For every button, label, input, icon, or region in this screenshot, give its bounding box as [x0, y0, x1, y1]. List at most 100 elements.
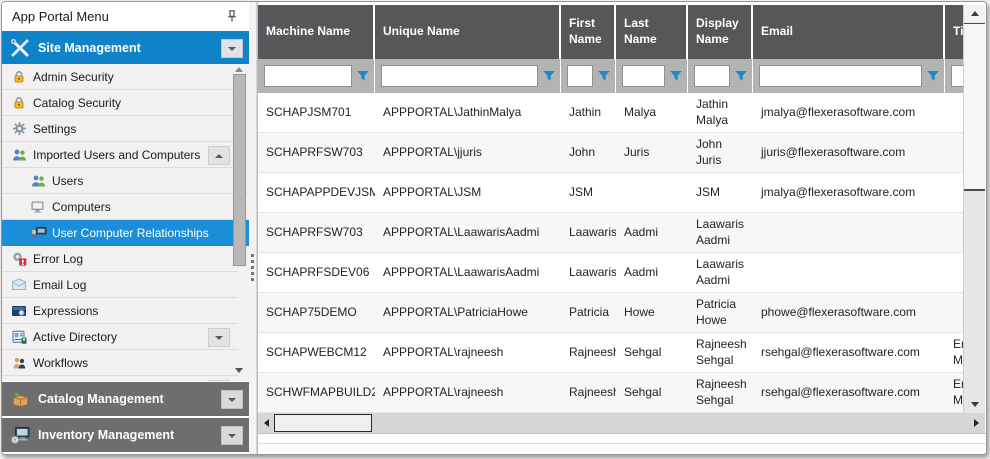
machine-name-filter-input[interactable] — [264, 65, 352, 87]
sidebar-item-workflows[interactable]: Workflows — [2, 350, 238, 376]
active-directory-icon — [10, 329, 28, 345]
cell-first-name: Patricia — [561, 293, 616, 332]
table-row[interactable]: SCHAPAPPDEVJSMAPPPORTAL\JSMJSMJSMjmalya@… — [258, 173, 965, 213]
table-row[interactable]: SCHAP75DEMOAPPPORTAL\PatriciaHowePatrici… — [258, 293, 965, 333]
group-label-inventory-management: Inventory Management — [38, 428, 174, 442]
active-directory-expand-button[interactable] — [208, 328, 230, 347]
cell-unique-name: APPPORTAL\rajneesh — [375, 333, 561, 372]
cell-unique-name: APPPORTAL\rajneesh — [375, 373, 561, 412]
last-name-filter-input[interactable] — [622, 65, 665, 87]
cell-unique-name: APPPORTAL\PatriciaHowe — [375, 293, 561, 332]
group-header-inventory-management[interactable]: Inventory Management — [2, 418, 249, 452]
cell-title — [945, 213, 965, 252]
table-row[interactable]: SCHAPRFSW703APPPORTAL\jjurisJohnJurisJoh… — [258, 133, 965, 173]
sidebar-item-catalog-security[interactable]: Catalog Security — [2, 90, 238, 116]
display-name-filter-input[interactable] — [694, 65, 730, 87]
pane-splitter[interactable] — [249, 2, 257, 454]
group-header-site-management[interactable]: Site Management — [2, 31, 249, 64]
sidebar-item-expressions[interactable]: Expressions — [2, 298, 238, 324]
column-header-title[interactable]: Title — [945, 5, 965, 59]
filter-cell-title — [945, 59, 965, 93]
cell-unique-name: APPPORTAL\LaawarisAadmi — [375, 253, 561, 292]
grid-scroll-down-button[interactable] — [964, 396, 985, 413]
filter-funnel-icon[interactable] — [597, 69, 611, 83]
first-name-filter-input[interactable] — [567, 65, 593, 87]
sidebar-item-users[interactable]: Users — [2, 168, 249, 194]
grid-vertical-scrollbar-thumb[interactable] — [964, 23, 985, 191]
grid-scroll-right-button[interactable] — [969, 413, 984, 433]
cell-unique-name: APPPORTAL\LaawarisAadmi — [375, 213, 561, 252]
sidebar-item-admin-security[interactable]: Admin Security — [2, 64, 238, 90]
sidebar-menu: Admin SecurityCatalog SecuritySettings Im… — [2, 64, 249, 381]
cell-machine-name: SCHWFMAPBUILD2 — [258, 373, 375, 412]
column-header-first-name[interactable]: First Name — [561, 5, 616, 59]
cell-email: rsehgal@flexerasoftware.com — [753, 373, 945, 412]
splitter-grip-dot — [251, 272, 254, 275]
sidebar: App Portal Menu Site Management — [2, 2, 249, 454]
filter-funnel-icon[interactable] — [356, 69, 370, 83]
sidebar-item-email-log[interactable]: Email Log — [2, 272, 238, 298]
table-row[interactable]: SCHWFMAPBUILD2APPPORTAL\rajneeshRajneesh… — [258, 373, 965, 413]
sidebar-scroll-up-icon[interactable] — [235, 67, 243, 72]
grid-horizontal-scrollbar-thumb[interactable] — [274, 414, 372, 432]
cell-title — [945, 93, 965, 132]
grid-horizontal-scrollbar[interactable] — [258, 413, 985, 433]
filter-cell-display-name — [688, 59, 753, 93]
cell-title — [945, 173, 965, 212]
sidebar-item-workflow-groups[interactable]: Workflow Groups — [2, 376, 238, 381]
catalog-management-expand-button[interactable] — [221, 390, 243, 409]
column-header-unique-name[interactable]: Unique Name — [375, 5, 561, 59]
email-filter-input[interactable] — [759, 65, 922, 87]
sidebar-scrollbar-thumb[interactable] — [233, 74, 246, 266]
sidebar-item-settings[interactable]: Settings — [2, 116, 238, 142]
filter-funnel-icon[interactable] — [926, 69, 940, 83]
sidebar-item-computers[interactable]: Computers — [2, 194, 249, 220]
workflow-groups-expand-button[interactable] — [208, 380, 230, 381]
grid-viewport: Machine NameUnique NameFirst Name Last Na… — [258, 5, 965, 413]
table-row[interactable]: SCHAPJSM701APPPORTAL\JathinMalyaJathinMa… — [258, 93, 965, 133]
sidebar-item-error-log[interactable]: Error Log — [2, 246, 238, 272]
table-row[interactable]: SCHAPRFSDEV06APPPORTAL\LaawarisAadmiLaaw… — [258, 253, 965, 293]
filter-funnel-icon[interactable] — [542, 69, 556, 83]
grid-scroll-left-button[interactable] — [259, 413, 274, 433]
inventory-management-expand-button[interactable] — [221, 426, 243, 445]
table-row[interactable]: SCHAPRFSW703APPPORTAL\LaawarisAadmiLaawa… — [258, 213, 965, 253]
splitter-grip-dot — [251, 266, 254, 269]
column-header-display-name[interactable]: Display Name — [688, 5, 753, 59]
pin-icon[interactable] — [225, 9, 239, 23]
unique-name-filter-input[interactable] — [381, 65, 538, 87]
screenshot: App Portal Menu Site Management — [0, 0, 990, 459]
cell-last-name: Malya — [616, 93, 688, 132]
cell-display-name: JSM — [688, 173, 753, 212]
cell-first-name: Laawaris — [561, 213, 616, 252]
cell-machine-name: SCHAPRFSW703 — [258, 133, 375, 172]
filter-funnel-icon[interactable] — [669, 69, 683, 83]
filter-funnel-icon[interactable] — [734, 69, 748, 83]
column-header-machine-name[interactable]: Machine Name — [258, 5, 375, 59]
user-computer-relationships-grid: Machine NameUnique NameFirst Name Last Na… — [257, 2, 986, 454]
sidebar-item-user-computer-relationships[interactable]: User Computer Relationships — [2, 220, 249, 246]
table-row[interactable]: SCHAPWEBCM12APPPORTAL\rajneeshRajneeshSe… — [258, 333, 965, 373]
splitter-grip-dot — [251, 254, 254, 257]
column-header-last-name[interactable]: Last Name — [616, 5, 688, 59]
sidebar-title: App Portal Menu — [12, 9, 109, 24]
cell-machine-name: SCHAPAPPDEVJSM — [258, 173, 375, 212]
grid-scroll-up-button[interactable] — [964, 5, 985, 22]
cell-machine-name: SCHAP75DEMO — [258, 293, 375, 332]
grid-vertical-scrollbar[interactable] — [963, 5, 985, 413]
sidebar-item-label: Imported Users and Computers — [33, 148, 200, 162]
group-header-catalog-management[interactable]: Catalog Management — [2, 382, 249, 416]
cell-first-name: John — [561, 133, 616, 172]
imported-users-and-computers-collapse-button[interactable] — [208, 146, 230, 165]
column-header-email[interactable]: Email — [753, 5, 945, 59]
column-header-label: Last Name — [624, 16, 682, 47]
sidebar-item-label: Computers — [52, 200, 111, 214]
sidebar-scrollbar[interactable] — [233, 64, 246, 381]
error-log-icon — [10, 251, 28, 267]
chevron-down-icon — [215, 336, 223, 340]
sidebar-item-active-directory[interactable]: Active Directory — [2, 324, 238, 350]
sidebar-scroll-down-icon[interactable] — [235, 368, 243, 373]
filter-cell-unique-name — [375, 59, 561, 93]
site-management-collapse-button[interactable] — [221, 39, 243, 58]
sidebar-item-imported-users-and-computers[interactable]: Imported Users and Computers — [2, 142, 238, 168]
